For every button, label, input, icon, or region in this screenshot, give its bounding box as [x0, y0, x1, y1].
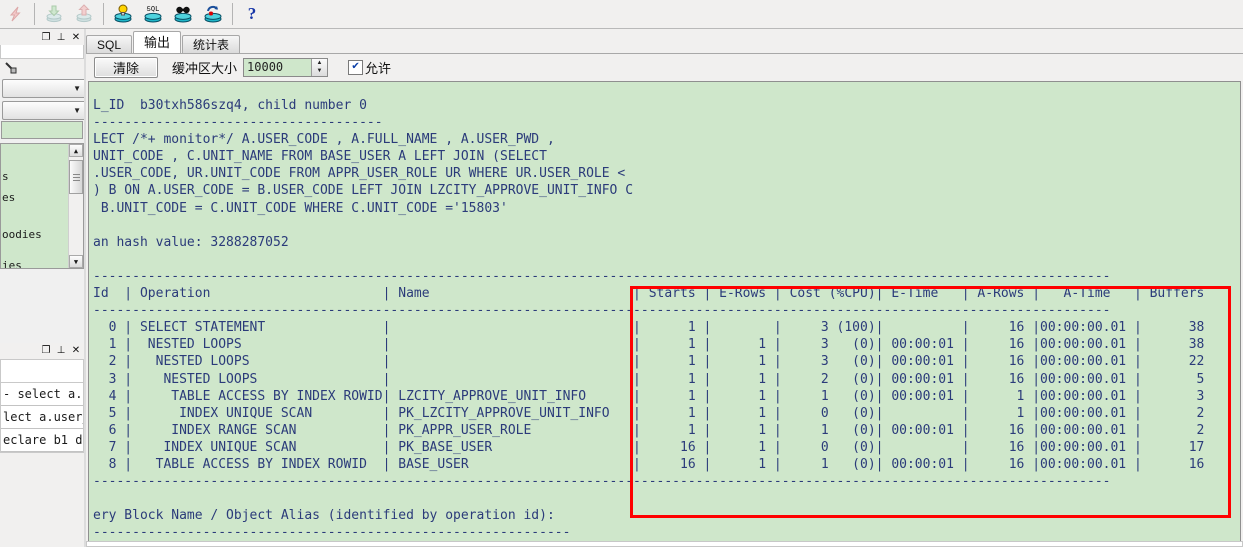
recall-list[interactable]: - select a.use lect a.user_co eclare b1 … — [0, 383, 84, 453]
main-toolbar: SQL ? — [0, 0, 1243, 29]
import-icon[interactable] — [39, 1, 69, 27]
output-text-area[interactable]: L_ID b30txh586szq4, child number 0 -----… — [88, 81, 1241, 547]
status-strip — [86, 541, 1243, 547]
tree-scrollbar[interactable]: ▲ ▼ — [68, 144, 83, 268]
allow-checkbox[interactable]: ✔ — [348, 59, 364, 75]
left-panel-toolbar-row — [0, 45, 84, 59]
schema-combo-row: ▼ — [2, 79, 86, 98]
spinner-up-icon[interactable]: ▲ — [312, 59, 327, 68]
toolbar-separator — [34, 3, 35, 25]
buffer-size-stepper[interactable]: ▲ ▼ — [243, 57, 329, 77]
object-browser-toolbar — [0, 59, 84, 77]
close-icon[interactable]: ✕ — [70, 32, 82, 43]
chevron-down-icon: ▼ — [73, 84, 81, 93]
find-icon[interactable] — [168, 1, 198, 27]
left-bottom-panel-caption: ❐ ⊥ ✕ — [0, 343, 84, 359]
recall-toolbar — [0, 359, 84, 383]
schema-combo[interactable]: ▼ — [2, 79, 86, 98]
buffer-size-input[interactable] — [244, 57, 312, 77]
wrench-icon — [5, 62, 17, 74]
refresh-icon[interactable] — [198, 1, 228, 27]
left-top-panel-caption: ❐ ⊥ ✕ — [0, 30, 84, 45]
close-icon[interactable]: ✕ — [70, 346, 82, 356]
restore-icon[interactable]: ❐ — [40, 32, 52, 43]
svg-text:SQL: SQL — [147, 5, 160, 13]
output-controls: 清除 缓冲区大小 ▲ ▼ ✔ 允许 — [86, 54, 1243, 80]
scroll-up-icon[interactable]: ▲ — [69, 144, 83, 157]
pin-icon[interactable]: ⊥ — [55, 346, 67, 356]
explain-plan-icon[interactable] — [108, 1, 138, 27]
restore-icon[interactable]: ❐ — [40, 346, 52, 356]
recall-item[interactable]: eclare b1 date; — [1, 429, 83, 452]
allow-label: 允许 — [365, 60, 392, 76]
tab-strip: SQL 输出 统计表 — [86, 31, 1243, 54]
buffer-size-label: 缓冲区大小 — [172, 60, 238, 76]
explain-plan-text: L_ID b30txh586szq4, child number 0 -----… — [93, 98, 1205, 541]
toolbar-separator — [232, 3, 233, 25]
toolbar-separator — [103, 3, 104, 25]
tab-statistics[interactable]: 统计表 — [182, 35, 241, 54]
left-panel-filler — [0, 453, 84, 547]
output-pane: SQL 输出 统计表 清除 缓冲区大小 ▲ ▼ ✔ 允许 L_ID b30txh… — [86, 29, 1243, 547]
object-tree[interactable]: s es oodies ies rces ▲ ▼ — [0, 143, 84, 269]
scroll-down-icon[interactable]: ▼ — [69, 255, 83, 268]
clear-button[interactable]: 清除 — [94, 56, 158, 78]
recall-item[interactable]: - select a.use — [1, 383, 83, 406]
filter-combo-row: ▼ — [2, 101, 86, 120]
recall-item[interactable]: lect a.user_co — [1, 406, 83, 429]
tab-output[interactable]: 输出 — [133, 31, 182, 54]
help-icon[interactable]: ? — [237, 1, 267, 27]
pin-icon[interactable]: ⊥ — [55, 32, 67, 43]
tab-sql[interactable]: SQL — [86, 35, 133, 54]
grip-icon — [72, 173, 80, 181]
execute-icon[interactable] — [0, 1, 30, 27]
spinner-buttons[interactable]: ▲ ▼ — [311, 58, 328, 76]
spinner-down-icon[interactable]: ▼ — [312, 67, 327, 76]
chevron-down-icon: ▼ — [73, 106, 81, 115]
scrollbar-thumb[interactable] — [69, 160, 83, 194]
sql-icon[interactable]: SQL — [138, 1, 168, 27]
object-search-input[interactable] — [1, 121, 83, 139]
export-icon[interactable] — [69, 1, 99, 27]
allow-checkbox-group[interactable]: ✔ 允许 — [348, 58, 391, 77]
filter-combo[interactable]: ▼ — [2, 101, 86, 120]
